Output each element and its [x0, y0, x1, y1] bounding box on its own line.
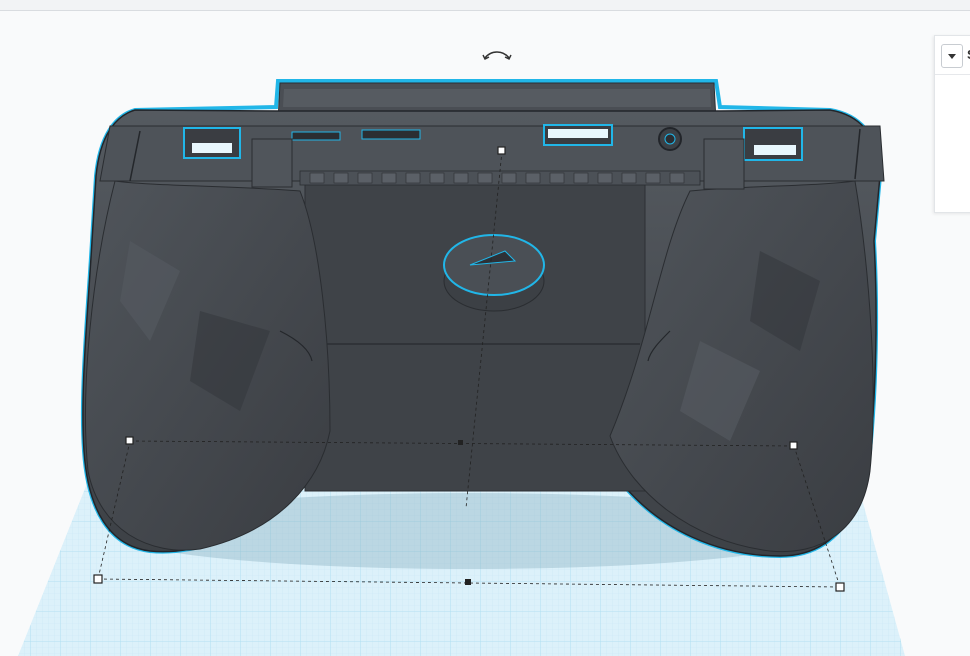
game-controller-shell[interactable] [80, 79, 885, 559]
handle-front-right[interactable] [835, 582, 845, 592]
chevron-down-icon [948, 53, 956, 59]
handle-front-left[interactable] [93, 574, 103, 584]
handle-back-mid[interactable] [458, 440, 463, 445]
workplane-view[interactable]: S [0, 11, 970, 656]
handle-front-mid[interactable] [465, 579, 471, 585]
rotate-arrows-icon[interactable] [482, 51, 512, 60]
handle-top[interactable] [497, 146, 506, 155]
handle-back-left[interactable] [125, 436, 134, 445]
panel-collapse-button[interactable] [941, 44, 963, 68]
top-toolbar-strip [0, 0, 970, 11]
shape-properties-panel: S [934, 35, 970, 213]
panel-divider [935, 74, 970, 75]
3d-viewport[interactable] [0, 11, 970, 656]
handle-back-right[interactable] [789, 441, 798, 450]
